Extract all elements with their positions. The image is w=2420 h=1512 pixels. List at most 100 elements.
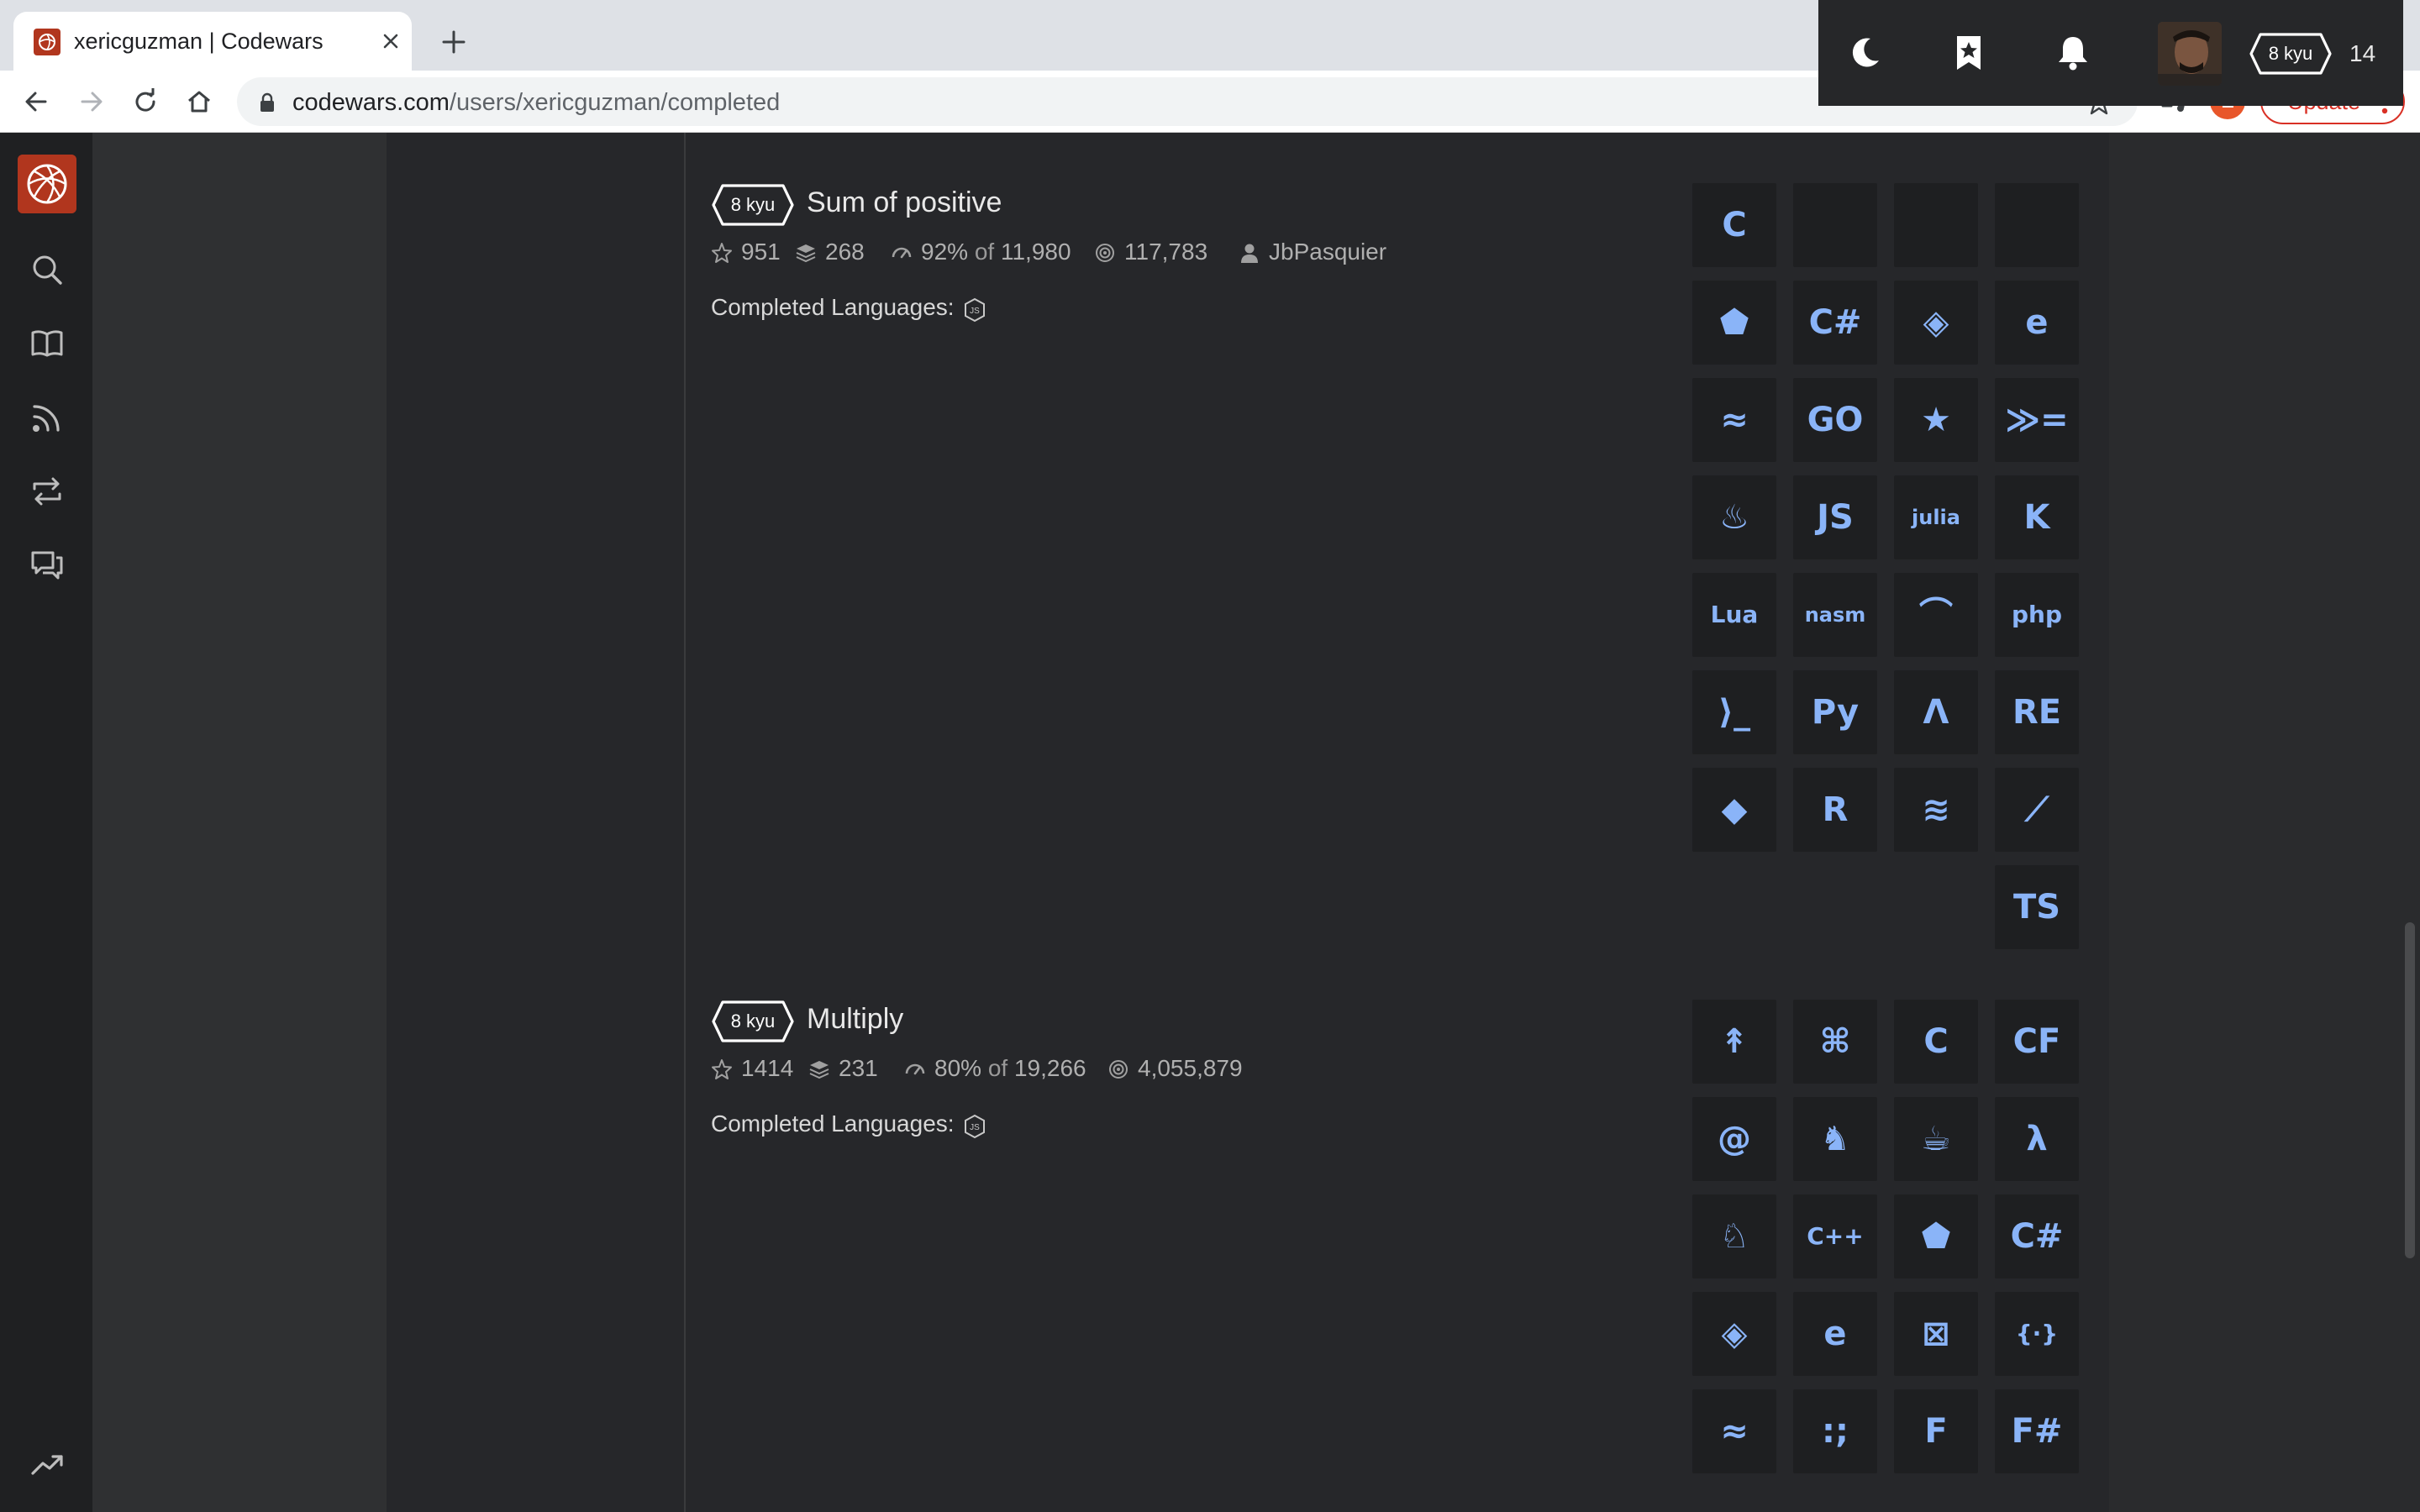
user-avatar[interactable] [2158,22,2222,86]
rust-icon: R [1822,790,1849,829]
language-tile-factor[interactable]: :; [1793,1389,1877,1473]
satisfaction-gauge-icon [905,1063,925,1075]
language-tile-coffeescript[interactable] [1793,183,1877,267]
language-tile-fortran[interactable]: F [1894,1389,1978,1473]
language-tile-erlang[interactable]: {·} [1995,1292,2079,1376]
language-tile-c[interactable]: C [1894,1000,1978,1084]
lua-icon: Lua [1710,601,1759,628]
back-icon[interactable] [20,86,52,118]
powershell-icon: ⟩_ [1718,693,1751,732]
fsharp-icon: F# [2011,1412,2063,1451]
elixir-icon: e [1823,1315,1847,1353]
target-icon [1109,1060,1128,1079]
typescript-icon: TS [2012,888,2061,927]
lock-icon [260,92,274,112]
language-tile-groovy[interactable]: ★ [1894,378,1978,462]
racket-icon: Λ [1923,693,1949,732]
factor-icon: :; [1822,1412,1849,1451]
crystal-icon: ⬟ [1921,1217,1951,1256]
layers-icon [809,1061,829,1079]
dart-icon: ◈ [1721,1315,1748,1353]
language-tile-bf[interactable]: ⌘ [1793,1000,1877,1084]
language-tile-coq[interactable]: ♘ [1692,1194,1776,1278]
language-tile-cobol[interactable]: ♞ [1793,1097,1877,1181]
language-tile-dart[interactable]: ◈ [1894,281,1978,365]
erlang-icon: {·} [2015,1320,2059,1347]
book-icon[interactable] [29,326,65,361]
language-tile-cfml[interactable]: CF [1995,1000,2079,1084]
search-icon[interactable] [29,252,65,287]
haskell-icon: ≫= [2005,401,2069,439]
language-tile-kotlin[interactable]: K [1995,475,2079,559]
language-tile-c[interactable]: C [1692,183,1776,267]
codewars-logo-icon[interactable] [18,155,76,213]
language-tile-agda[interactable]: ↟ [1692,1000,1776,1084]
javascript-icon: JS [965,1114,985,1139]
language-tile-crystal[interactable]: ⬟ [1894,1194,1978,1278]
language-tile-elm[interactable]: ≈ [1692,378,1776,462]
language-tile-swift[interactable]: ⟋ [1995,768,2079,852]
language-tile-rust[interactable]: R [1793,768,1877,852]
feed-icon[interactable] [29,400,65,435]
scrollbar-thumb[interactable] [2405,922,2415,1258]
language-tile-cpp[interactable]: C++ [1793,1194,1877,1278]
language-tile-nasm[interactable]: nasm [1793,573,1877,657]
notifications-bell-icon[interactable] [2054,34,2092,72]
language-tile-elixir[interactable]: e [1995,281,2079,365]
language-tile-reason[interactable]: RE [1995,670,2079,754]
language-tile-go[interactable]: GO [1793,378,1877,462]
language-tile-python[interactable]: Py [1793,670,1877,754]
right-column [2109,133,2386,1512]
language-tile-elixir[interactable]: e [1793,1292,1877,1376]
satisfaction-gauge-icon [892,247,912,259]
app-sidebar [0,133,92,1512]
forward-icon[interactable] [76,86,108,118]
trending-up-icon[interactable] [29,1446,65,1482]
language-tile-fsharp[interactable]: F# [1995,1389,2079,1473]
author-link[interactable]: JbPasquier [1269,239,1386,265]
language-tile-crystal[interactable] [1894,183,1978,267]
scala-icon: ≋ [1922,790,1950,829]
new-tab-icon[interactable] [437,25,471,59]
language-tile-ocaml[interactable]: ⌒ [1894,573,1978,657]
url-text: codewars.com/users/xericguzman/completed [292,89,781,116]
browser-tab[interactable]: xericguzman | Codewars [13,12,412,71]
language-tile-php[interactable]: php [1995,573,2079,657]
c-icon: C [1923,1022,1949,1061]
close-tab-icon[interactable] [376,27,405,55]
language-tile-dart[interactable]: ◈ [1692,1292,1776,1376]
kata-title-link[interactable]: Multiply [807,1003,903,1036]
language-tile-java[interactable]: ♨ [1692,475,1776,559]
language-tile-typescript[interactable]: TS [1995,865,2079,949]
language-tile-csharp[interactable]: C# [1995,1194,2079,1278]
discuss-chat-icon[interactable] [29,548,65,583]
language-tile-crystal[interactable]: ⬟ [1692,281,1776,365]
user-rank-badge[interactable]: 8 kyu [2249,32,2333,76]
language-tile-cpp[interactable] [1995,183,2079,267]
language-tile-javascript[interactable]: JS [1793,475,1877,559]
language-tile-elm[interactable]: ⊠ [1894,1292,1978,1376]
language-tile-julia[interactable]: julia [1894,475,1978,559]
language-tile-lua[interactable]: Lua [1692,573,1776,657]
dark-mode-moon-icon[interactable] [1845,34,1884,72]
honor-points: 14 [2349,40,2376,66]
language-tile-powershell[interactable]: ⟩_ [1692,670,1776,754]
language-tile-haskell[interactable]: ≫= [1995,378,2079,462]
language-tile-racket[interactable]: Λ [1894,670,1978,754]
language-tile-ruby[interactable]: ◆ [1692,768,1776,852]
language-tile-csharp[interactable]: C# [1793,281,1877,365]
reload-icon[interactable] [129,86,161,118]
language-tile-coffeescript[interactable]: ☕ [1894,1097,1978,1181]
language-tile-clojure[interactable]: @ [1692,1097,1776,1181]
language-tile-groovy[interactable]: ≈ [1692,1389,1776,1473]
star-icon [712,1059,732,1079]
kata-title-link[interactable]: Sum of positive [807,186,1002,219]
home-icon[interactable] [183,86,215,118]
content-divider [684,133,686,1512]
language-tile-scala[interactable]: ≋ [1894,768,1978,852]
language-tile-commonlisp[interactable]: λ [1995,1097,2079,1181]
bookmark-star-icon[interactable] [1949,34,1988,72]
clojure-icon: @ [1718,1120,1751,1158]
completed-languages: Completed Languages: JS [711,294,985,323]
practice-repeat-icon[interactable] [29,474,65,509]
